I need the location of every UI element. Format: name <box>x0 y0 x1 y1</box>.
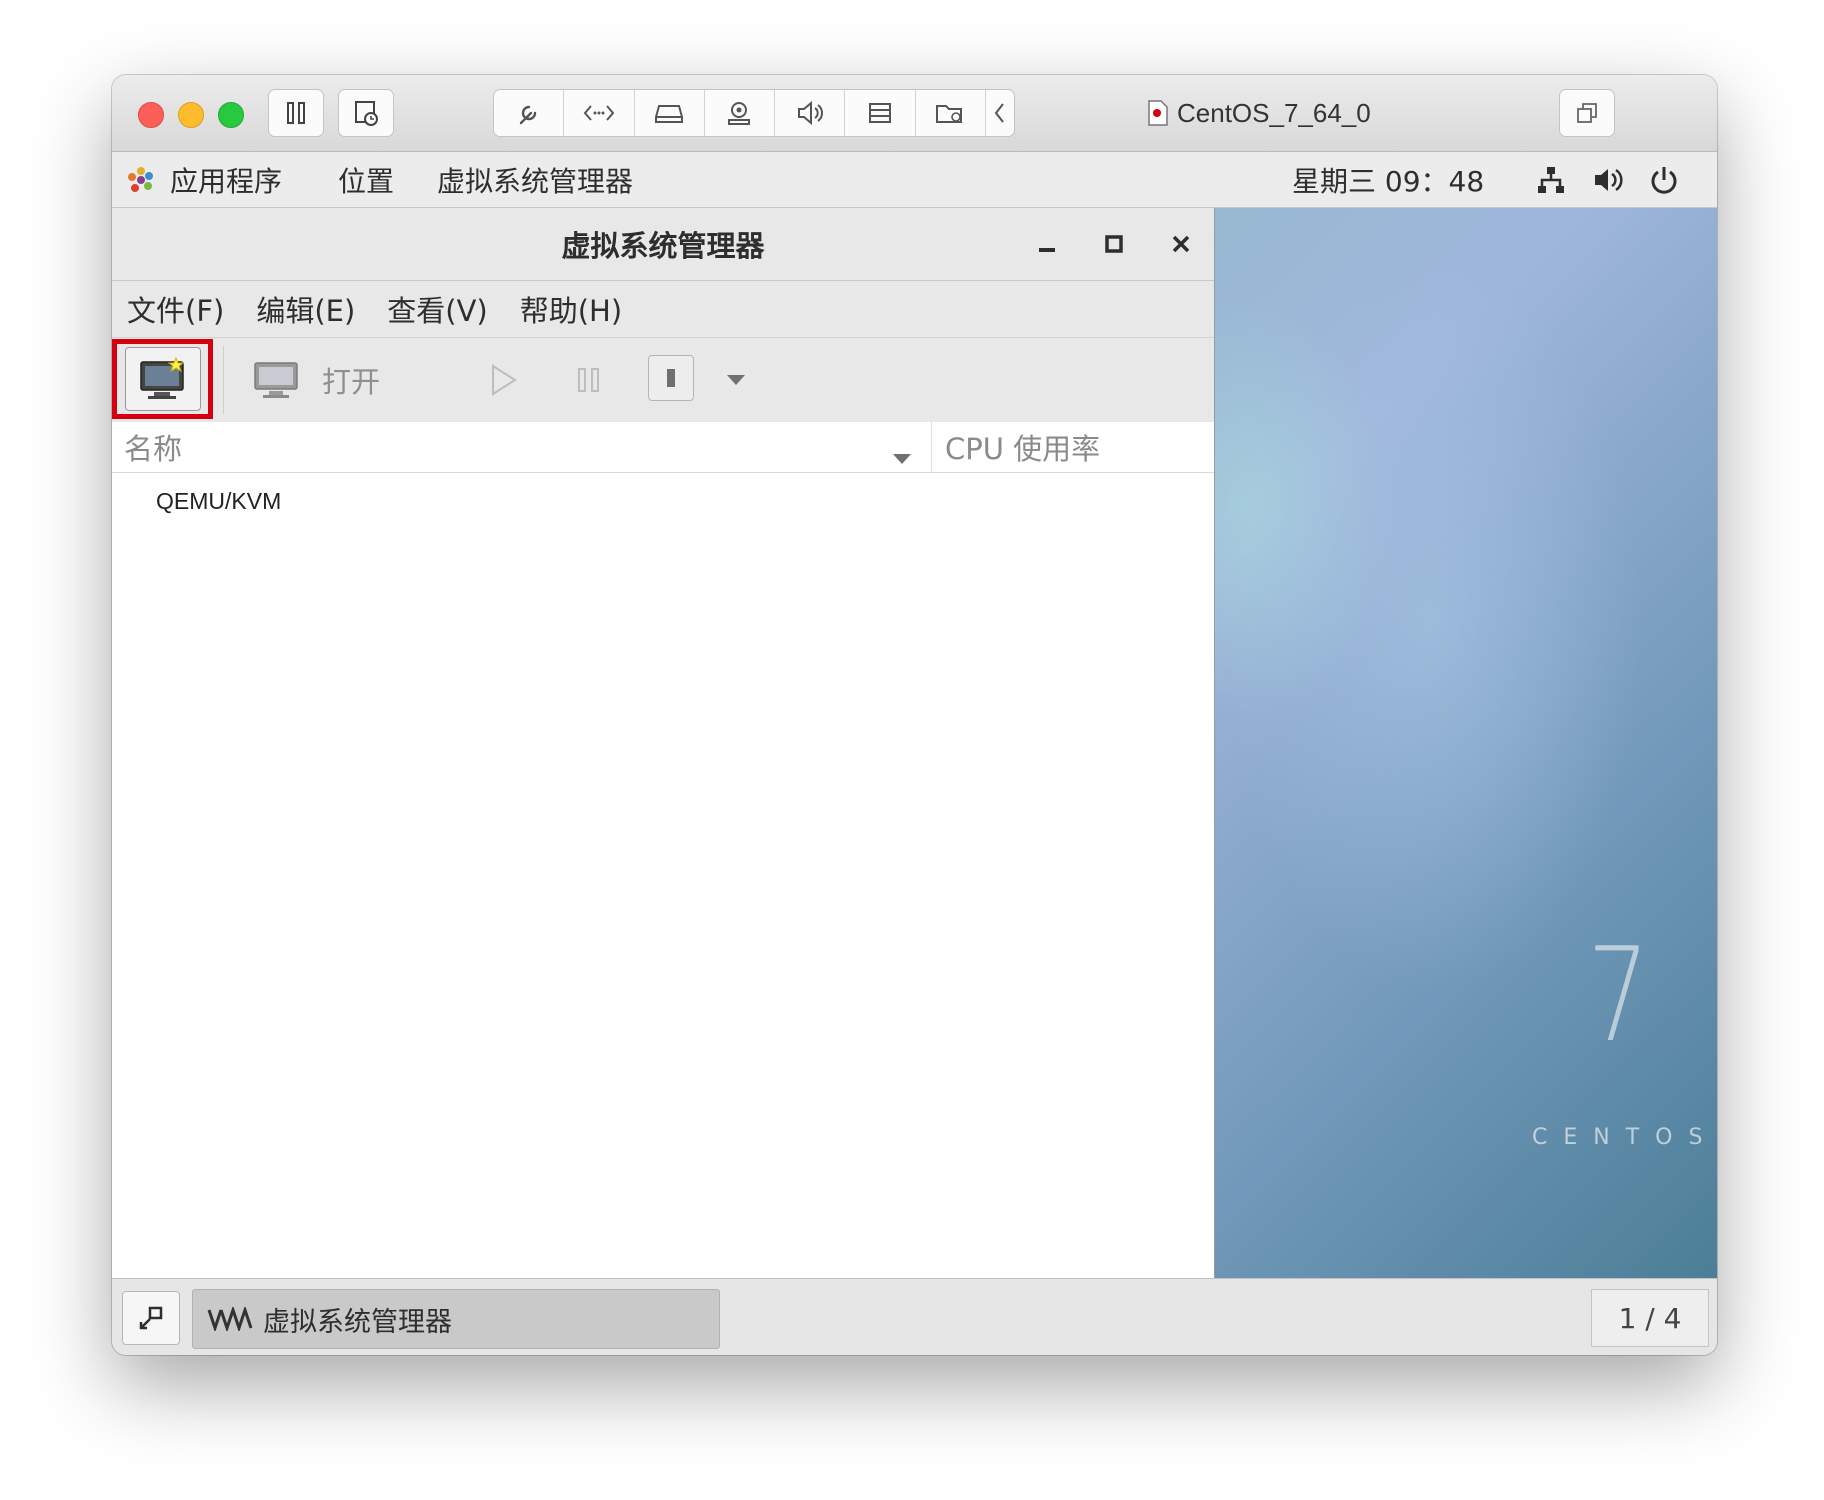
gnome-top-bar: 应用程序 位置 虚拟系统管理器 星期三 09：48 <box>112 152 1717 208</box>
shutdown-icon <box>667 369 675 387</box>
cpu-column-header[interactable]: CPU 使用率 <box>945 422 1100 472</box>
new-vm-icon <box>139 356 184 399</box>
new-vm-button-face <box>124 347 201 411</box>
pause-vm-button[interactable] <box>268 89 324 137</box>
applications-menu[interactable]: 应用程序 <box>126 152 282 207</box>
active-app-menu[interactable]: 虚拟系统管理器 <box>437 152 633 207</box>
centos-brand-mark: CENTOS <box>1532 1125 1717 1150</box>
chevron-down-icon <box>727 375 745 385</box>
sound-button[interactable] <box>775 90 846 136</box>
vm-name: CentOS_7_64_0 <box>1177 97 1371 128</box>
name-column-header[interactable]: 名称 <box>124 422 182 472</box>
coherence-button[interactable] <box>1559 89 1615 137</box>
name-column-label: 名称 <box>124 432 183 466</box>
minimize-button[interactable] <box>1025 222 1069 266</box>
mac-titlebar: CentOS_7_64_0 <box>112 75 1717 152</box>
shared-folder-button[interactable] <box>916 90 986 136</box>
code-button[interactable] <box>564 90 635 136</box>
open-label: 打开 <box>322 365 381 399</box>
clock[interactable]: 星期三 09：48 <box>1292 152 1484 207</box>
pause-icon <box>287 102 305 124</box>
disk-icon <box>655 105 684 123</box>
windows-overlap-icon <box>1577 103 1597 123</box>
camera-button[interactable] <box>705 90 776 136</box>
centos-version-mark: 7 <box>1587 919 1650 1071</box>
list-header: 名称 CPU 使用率 <box>112 422 1214 473</box>
volume-indicator[interactable] <box>1592 152 1624 207</box>
taskbar-item-virt-manager[interactable]: 虚拟系统管理器 <box>192 1289 720 1349</box>
volume-icon <box>1595 168 1623 191</box>
shared-folder-icon <box>936 105 963 123</box>
list-item[interactable]: QEMU/KVM <box>156 488 281 515</box>
shutdown-options-dropdown[interactable] <box>718 362 754 398</box>
printer-icon <box>869 103 892 123</box>
speaker-icon <box>797 100 823 126</box>
column-divider <box>931 422 932 472</box>
network-indicator[interactable] <box>1535 152 1567 207</box>
gnome-foot-icon <box>128 166 153 192</box>
menu-file[interactable]: 文件(F) <box>127 288 224 330</box>
menu-help[interactable]: 帮助(H) <box>520 288 622 330</box>
show-desktop-button[interactable] <box>122 1291 180 1345</box>
menu-view[interactable]: 查看(V) <box>387 288 487 330</box>
taskbar-item-label: 虚拟系统管理器 <box>263 1306 452 1338</box>
gnome-window-list: 虚拟系统管理器 1 / 4 <box>112 1278 1717 1355</box>
printer-button[interactable] <box>845 90 916 136</box>
clock-label: 星期三 09：48 <box>1292 164 1485 198</box>
cpu-column-label: CPU 使用率 <box>945 432 1101 466</box>
workspace-indicator: 1 / 4 <box>1618 1301 1682 1335</box>
camera-icon <box>728 102 751 125</box>
virt-manager-titlebar: 虚拟系统管理器 <box>112 208 1214 281</box>
menubar: 文件(F) 编辑(E) 查看(V) 帮助(H) <box>112 281 1214 338</box>
vm-document-icon <box>1148 100 1168 126</box>
parallels-window: CentOS_7_64_0 应用程序 位置 虚拟系统管理器 星期三 09：48 <box>112 75 1717 1355</box>
new-vm-button[interactable] <box>112 339 213 419</box>
toolbar-separator <box>223 346 224 414</box>
sort-dropdown[interactable] <box>892 438 912 472</box>
workspace-switcher[interactable]: 1 / 4 <box>1591 1289 1709 1347</box>
power-indicator[interactable] <box>1649 152 1679 207</box>
minimize-icon <box>1039 248 1055 252</box>
monitor-icon <box>254 362 298 398</box>
virt-manager-window: 虚拟系统管理器 文件(F) 编辑(E) 查看(V) 帮助(H) 打开 名称 CP… <box>112 208 1215 1278</box>
power-icon <box>1651 166 1677 194</box>
close-button[interactable] <box>1159 222 1203 266</box>
pause-icon <box>578 368 599 392</box>
pause-button[interactable] <box>565 356 613 404</box>
active-app-label: 虚拟系统管理器 <box>437 164 634 198</box>
snapshot-icon <box>355 101 378 126</box>
collapse-toolbar-button[interactable] <box>986 90 1014 136</box>
snapshot-button[interactable] <box>338 89 394 137</box>
device-toolbar <box>493 89 1015 137</box>
shutdown-button[interactable] <box>648 355 694 401</box>
chevron-down-icon <box>893 454 911 464</box>
close-window-button[interactable] <box>138 102 164 128</box>
menu-edit[interactable]: 编辑(E) <box>256 288 355 330</box>
connection-name: QEMU/KVM <box>156 488 282 514</box>
close-icon <box>1172 235 1190 253</box>
virt-manager-logo-icon <box>207 1307 253 1331</box>
toolbar: 打开 <box>112 338 1214 422</box>
show-desktop-icon <box>139 1306 163 1330</box>
minimize-window-button[interactable] <box>178 102 204 128</box>
zoom-window-button[interactable] <box>218 102 244 128</box>
network-wired-icon <box>1538 166 1564 193</box>
maximize-button[interactable] <box>1092 222 1136 266</box>
open-button[interactable]: 打开 <box>252 352 380 408</box>
run-button[interactable] <box>480 356 528 404</box>
vm-window-title: CentOS_7_64_0 <box>1147 93 1371 133</box>
wrench-icon <box>519 105 536 125</box>
maximize-icon <box>1105 235 1123 253</box>
code-arrows-icon <box>583 105 615 121</box>
configure-button[interactable] <box>494 90 565 136</box>
play-icon <box>492 364 517 396</box>
disk-button[interactable] <box>635 90 705 136</box>
places-menu[interactable]: 位置 <box>338 152 394 207</box>
places-label: 位置 <box>338 164 395 198</box>
chevron-left-icon <box>994 103 1004 123</box>
applications-label: 应用程序 <box>170 164 283 198</box>
